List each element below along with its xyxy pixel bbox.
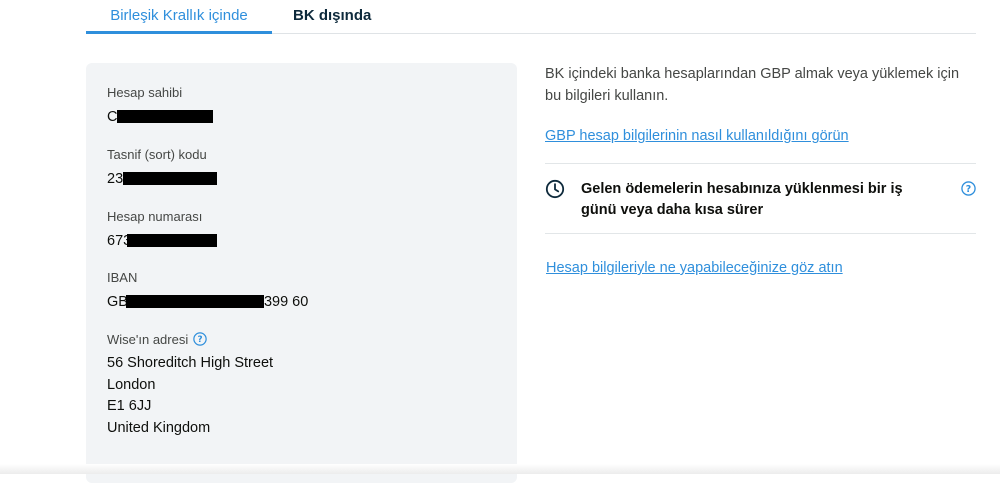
redaction-bar	[117, 110, 214, 123]
account-details-card: Hesap sahibi C Tasnif (sort) kodu 23 Hes…	[86, 63, 517, 483]
redaction-bar	[127, 234, 218, 247]
iban-value-prefix: GB	[107, 294, 128, 310]
divider	[545, 233, 976, 234]
sort-code-value: 23	[107, 171, 124, 187]
wise-address-field: Wise'ın adresi ? 56 Shoreditch High Stre…	[107, 332, 273, 439]
tab-bar: Birleşik Krallık içinde BK dışında	[86, 0, 976, 34]
intro-text: BK içindeki banka hesaplarından GBP alma…	[545, 66, 960, 104]
iban-label: IBAN	[107, 270, 138, 285]
svg-text:?: ?	[198, 335, 203, 345]
svg-text:?: ?	[966, 184, 971, 195]
redaction-bar	[123, 172, 218, 185]
clock-icon	[545, 179, 565, 199]
tab-within-uk[interactable]: Birleşik Krallık içinde	[86, 0, 272, 34]
help-icon[interactable]: ?	[961, 181, 976, 196]
processing-time-notice: Gelen ödemelerin hesabınıza yüklenmesi b…	[545, 179, 976, 223]
address-line: United Kingdom	[107, 419, 211, 436]
account-holder-field: Hesap sahibi C	[107, 85, 214, 129]
divider	[545, 163, 976, 164]
account-number-field: Hesap numarası 673	[107, 209, 218, 253]
iban-field: IBAN GB 399 60	[107, 270, 308, 314]
iban-value-suffix: 399 60	[263, 294, 309, 310]
usage-info-link[interactable]: GBP hesap bilgilerinin nasıl kullanıldığ…	[545, 128, 849, 144]
help-icon[interactable]: ?	[193, 332, 207, 346]
account-actions-link[interactable]: Hesap bilgileriyle ne yapabileceğinize g…	[546, 260, 843, 276]
sort-code-label: Tasnif (sort) kodu	[107, 147, 207, 162]
scroll-shadow	[0, 464, 1000, 474]
redaction-bar	[125, 295, 264, 308]
sort-code-field: Tasnif (sort) kodu 23	[107, 147, 218, 191]
wise-address-label: Wise'ın adresi	[107, 332, 189, 347]
account-holder-value: C	[107, 109, 118, 125]
address-line: E1 6JJ	[107, 398, 152, 414]
address-line: 56 Shoreditch High Street	[107, 355, 274, 371]
processing-time-text: Gelen ödemelerin hesabınıza yüklenmesi b…	[581, 181, 903, 218]
account-number-label: Hesap numarası	[107, 209, 203, 224]
tab-outside-uk[interactable]: BK dışında	[293, 0, 371, 34]
address-line: London	[107, 376, 156, 393]
account-holder-label: Hesap sahibi	[107, 85, 183, 100]
